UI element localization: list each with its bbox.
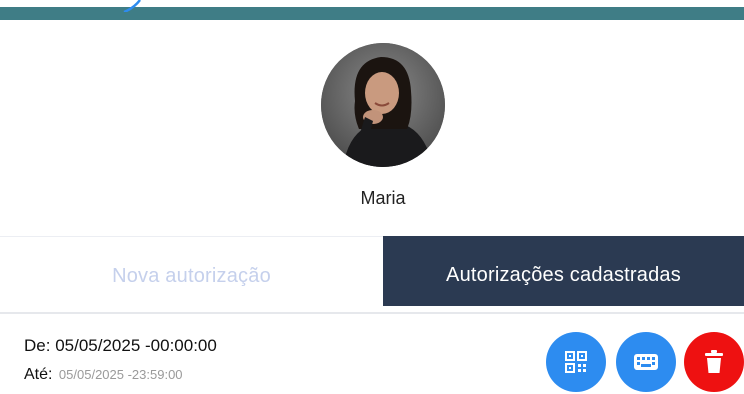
authorization-item: De: 05/05/2025 -00:00:00 Até: 05/05/2025…	[0, 314, 744, 394]
user-avatar	[321, 43, 445, 167]
header-bar	[0, 0, 744, 20]
valid-until-value: 05/05/2025 -23:59:00	[58, 367, 183, 382]
avatar-photo	[321, 43, 445, 167]
trash-icon	[705, 350, 723, 373]
header-band	[0, 7, 744, 20]
show-access-code-button[interactable]	[616, 332, 676, 392]
qr-code-icon	[565, 351, 587, 373]
show-qr-code-button[interactable]	[546, 332, 606, 392]
valid-until-line: Até: 05/05/2025 -23:59:00	[24, 366, 183, 384]
tab-bar: Nova autorização Autorizações cadastrada…	[0, 236, 744, 306]
logo-swoosh-icon	[123, 0, 141, 12]
tab-registered-authorizations[interactable]: Autorizações cadastradas	[383, 236, 744, 306]
keyboard-icon	[634, 354, 658, 370]
valid-from-value: 05/05/2025 -00:00:00	[55, 336, 217, 355]
valid-from-label: De:	[24, 336, 51, 355]
tab-new-authorization[interactable]: Nova autorização	[0, 236, 383, 306]
delete-authorization-button[interactable]	[684, 332, 744, 392]
user-name: Maria	[360, 188, 406, 208]
valid-until-label: Até:	[24, 366, 53, 383]
valid-from-line: De: 05/05/2025 -00:00:00	[24, 336, 217, 356]
